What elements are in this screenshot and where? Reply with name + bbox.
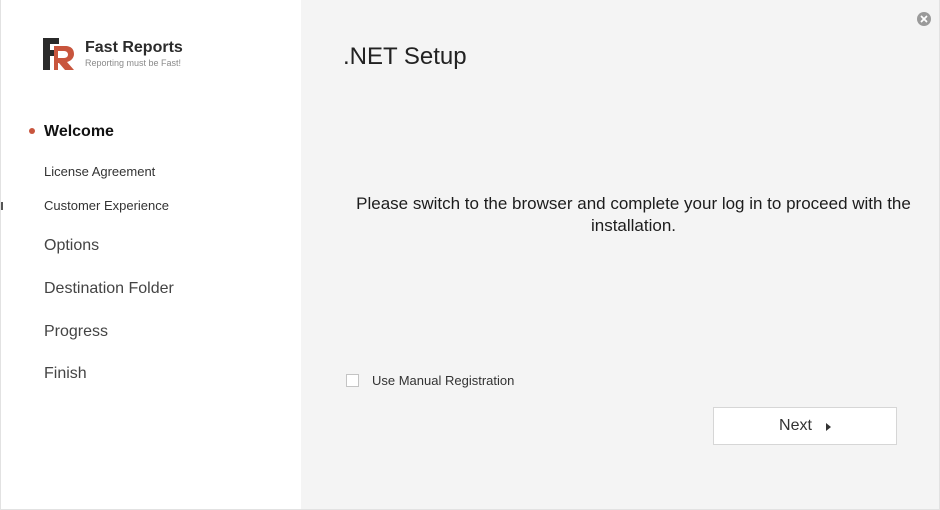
- step-options: Options: [44, 237, 100, 254]
- window-edge-mark: [1, 202, 3, 210]
- next-button-label: Next: [779, 417, 812, 434]
- close-icon: [920, 15, 928, 23]
- brand-name: Fast Reports: [85, 39, 183, 56]
- triangle-right-icon: [825, 422, 831, 431]
- setup-window: Fast Reports Reporting must be Fast! Wel…: [0, 0, 940, 510]
- step-progress: Progress: [44, 323, 109, 340]
- step-destination-folder: Destination Folder: [44, 280, 174, 297]
- main-panel: .NET Setup Please switch to the browser …: [301, 0, 939, 509]
- step-welcome: Welcome: [44, 123, 114, 140]
- login-instruction-message: Please switch to the browser and complet…: [356, 194, 911, 235]
- next-button[interactable]: Next: [713, 407, 897, 445]
- step-license-agreement: License Agreement: [44, 164, 156, 179]
- step-finish: Finish: [44, 365, 87, 382]
- page-title: .NET Setup: [343, 43, 467, 70]
- close-button[interactable]: [917, 12, 931, 26]
- manual-registration-checkbox[interactable]: [346, 374, 359, 387]
- step-customer-experience: Customer Experience: [44, 198, 169, 213]
- sidebar: Fast Reports Reporting must be Fast! Wel…: [1, 0, 301, 509]
- manual-registration-option[interactable]: Use Manual Registration: [346, 373, 514, 388]
- fast-reports-logo-icon: [43, 38, 74, 70]
- manual-registration-label[interactable]: Use Manual Registration: [372, 373, 514, 388]
- active-step-bullet-icon: [29, 128, 35, 134]
- brand-tagline: Reporting must be Fast!: [85, 58, 182, 68]
